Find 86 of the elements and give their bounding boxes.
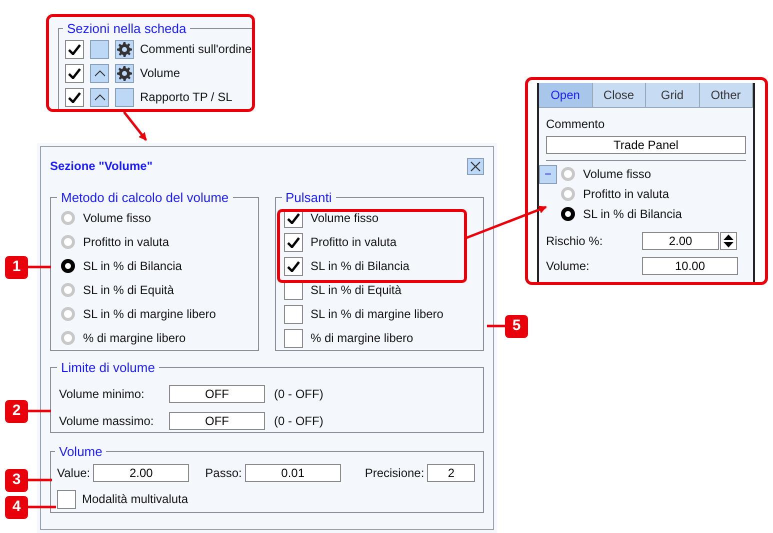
check-icon [286, 260, 300, 272]
close-icon [470, 160, 481, 172]
group-label: Limite di volume [60, 361, 156, 374]
caret-up-icon [94, 70, 106, 76]
checkbox[interactable] [65, 64, 84, 82]
up-down-icon [723, 234, 734, 248]
field-label: Volume massimo: [59, 412, 155, 430]
checkbox[interactable] [284, 256, 302, 276]
gear-icon [117, 42, 132, 56]
checkbox[interactable] [284, 232, 302, 252]
check-icon [68, 44, 81, 54]
dialog-title: Sezione "Volume" [50, 158, 153, 175]
tab[interactable]: Other [700, 83, 753, 108]
leader-line [28, 506, 56, 508]
input-field[interactable]: 2.00 [93, 464, 190, 482]
group-label: Sezioni nella scheda [66, 22, 188, 35]
section-label: Commenti sull'ordine [140, 41, 252, 58]
option-label: SL in % di margine libero [310, 306, 444, 323]
input-field[interactable]: OFF [169, 412, 265, 430]
option-label: Volume fisso [310, 210, 379, 227]
field-label: Volume minimo: [59, 386, 146, 402]
field-label: Volume: [546, 258, 590, 274]
group-label: Volume [58, 445, 104, 458]
checkbox[interactable] [65, 40, 84, 58]
option-label: Volume fisso [583, 166, 652, 183]
leader-line [487, 324, 505, 328]
check-icon [286, 236, 300, 248]
input-field[interactable]: OFF [169, 384, 265, 402]
check-icon [286, 212, 300, 224]
tab[interactable]: Grid [646, 83, 700, 108]
callout-number: 5 [505, 315, 528, 338]
option-label: SL in % di Bilancia [310, 258, 410, 275]
option-label: Profitto in valuta [83, 234, 170, 251]
leader-line [28, 478, 52, 482]
check-icon [68, 68, 81, 78]
input-field[interactable]: 2.00 [642, 232, 719, 250]
order-button[interactable] [90, 88, 109, 106]
tab[interactable]: Open [539, 83, 592, 108]
checkbox[interactable] [57, 490, 76, 508]
input-field[interactable]: Trade Panel [546, 136, 746, 154]
option-label: SL in % di Equità [310, 282, 402, 299]
field-label: Precisione: [364, 465, 424, 482]
settings-button[interactable] [115, 40, 134, 58]
field-label: Value: [57, 465, 90, 482]
section-label: Volume [140, 65, 180, 82]
input-field[interactable]: 10.00 [642, 256, 738, 274]
option-label: SL in % di Equità [83, 282, 174, 299]
leader-line [28, 266, 51, 268]
option-label: SL in % di Bilancia [583, 206, 682, 223]
spinner-button[interactable] [720, 232, 737, 250]
hint-text: (0 - OFF) [274, 412, 324, 430]
hint-text: (0 - OFF) [274, 386, 324, 402]
option-label: Volume fisso [83, 210, 152, 227]
checkbox[interactable] [65, 88, 84, 106]
option-label: Profitto in valuta [310, 234, 397, 251]
checkbox[interactable] [284, 304, 302, 324]
callout-number: 2 [5, 400, 28, 423]
option-label: % di margine libero [310, 330, 414, 347]
field-label: Passo: [205, 465, 242, 482]
check-icon [68, 92, 81, 102]
input-field[interactable]: 0.01 [244, 464, 341, 482]
close-button[interactable] [467, 158, 484, 174]
callout-number: 1 [5, 256, 28, 279]
option-label: SL in % di margine libero [83, 306, 216, 323]
option-label: SL in % di Bilancia [83, 258, 182, 275]
settings-button[interactable] [115, 64, 134, 82]
option-label: Profitto in valuta [583, 186, 670, 203]
radio-button[interactable] [561, 207, 575, 221]
group-label: Metodo di calcolo del volume [60, 191, 230, 204]
leader-line [28, 410, 51, 412]
option-label: Modalità multivaluta [82, 491, 188, 508]
checkbox[interactable] [284, 328, 302, 348]
section-label: Rapporto TP / SL [140, 89, 232, 106]
callout-number: 3 [5, 469, 28, 492]
collapse-button[interactable]: − [539, 165, 557, 184]
caret-up-icon [94, 94, 106, 100]
tab[interactable]: Close [592, 83, 646, 108]
order-button[interactable] [90, 64, 109, 82]
field-label: Rischio %: [546, 232, 604, 250]
radio-button[interactable] [61, 259, 75, 273]
input-field[interactable]: 2 [427, 464, 476, 482]
gear-icon [117, 66, 132, 80]
callout-number: 4 [5, 496, 28, 519]
group-label: Pulsanti [284, 191, 333, 204]
field-label: Commento [546, 116, 606, 132]
option-label: % di margine libero [83, 330, 186, 347]
